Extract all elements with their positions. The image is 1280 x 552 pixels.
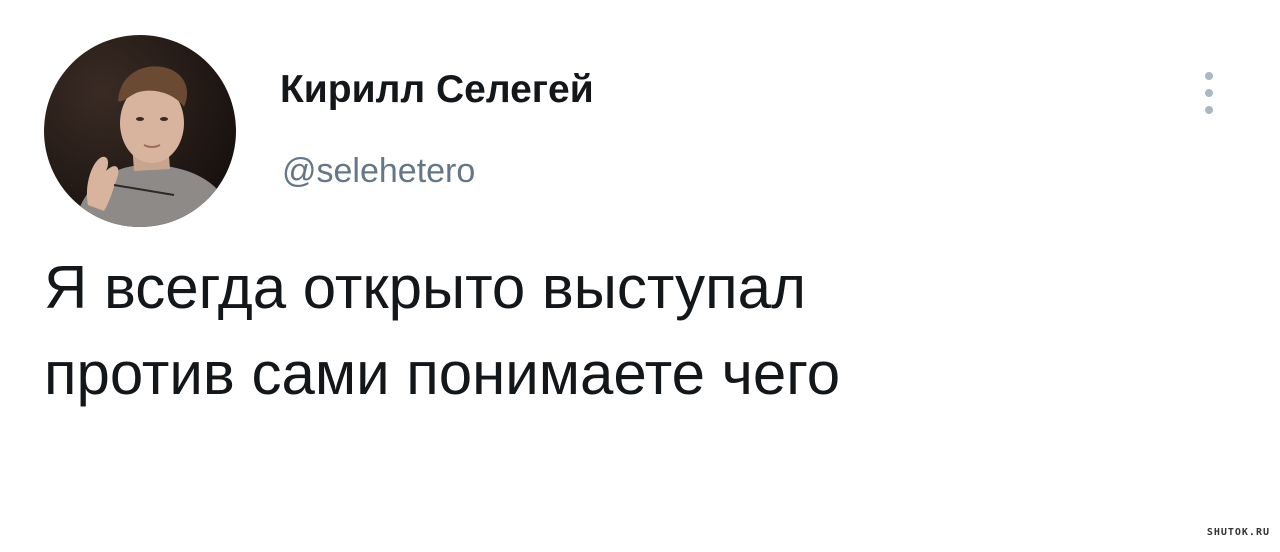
avatar-photo <box>44 35 236 227</box>
author-display-name[interactable]: Кирилл Селегей <box>280 68 594 112</box>
more-options-button[interactable] <box>1190 66 1230 120</box>
author-username[interactable]: @selehetero <box>282 152 475 191</box>
tweet-text: Я всегда открыто выступал против сами по… <box>44 254 841 407</box>
avatar[interactable] <box>44 35 236 227</box>
watermark: SHUTOK.RU <box>1206 527 1270 538</box>
tweet-card: Кирилл Селегей @selehetero Я всегда откр… <box>0 0 1280 552</box>
